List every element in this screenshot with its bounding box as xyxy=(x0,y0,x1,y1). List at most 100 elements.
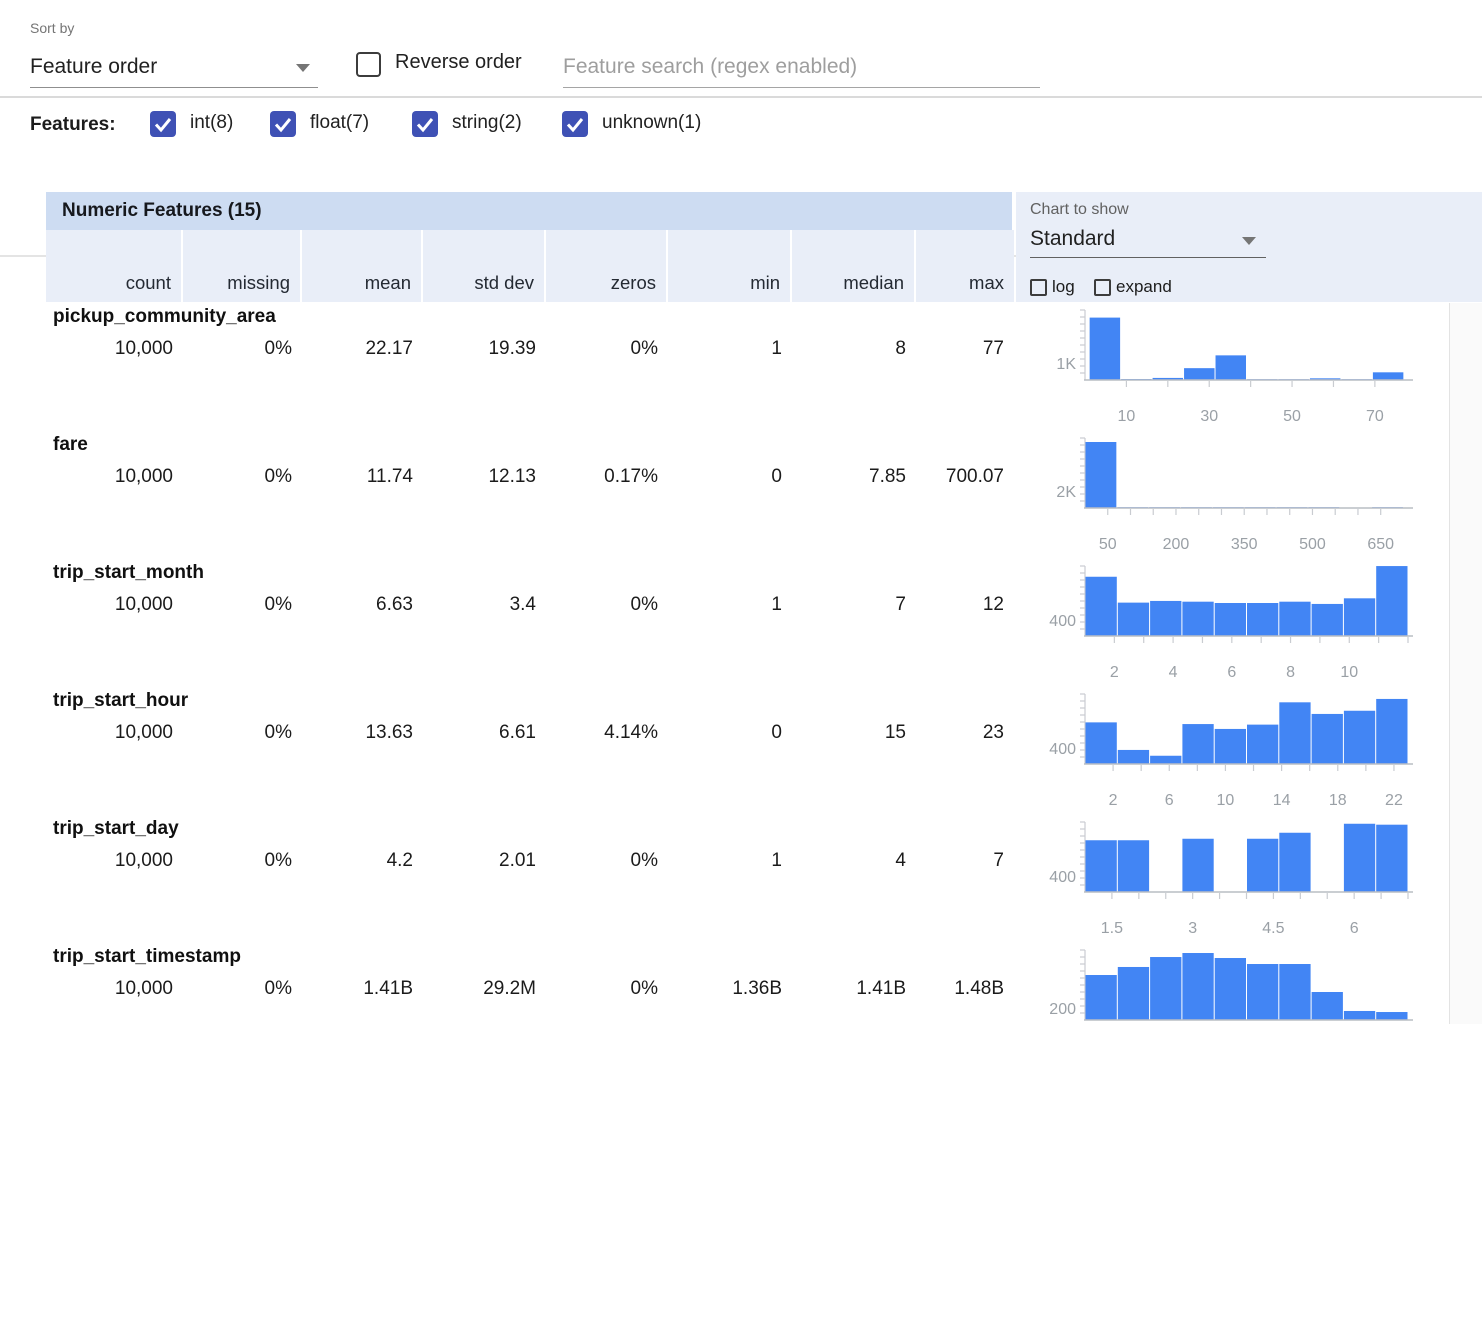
svg-text:200: 200 xyxy=(1049,1001,1076,1018)
checked-checkbox-icon[interactable] xyxy=(150,111,176,137)
expand-label: expand xyxy=(1116,277,1172,297)
svg-text:6: 6 xyxy=(1227,664,1236,681)
column-header-max: max xyxy=(916,230,1014,302)
stat-value: 15 xyxy=(792,719,916,747)
column-header-label: zeros xyxy=(611,272,656,294)
scrollbar-track[interactable] xyxy=(1449,303,1482,1024)
svg-text:50: 50 xyxy=(1283,408,1301,425)
column-header-label: missing xyxy=(227,272,290,294)
svg-text:14: 14 xyxy=(1273,792,1291,809)
feature-histogram: 200 xyxy=(1014,943,1450,1024)
feature-name: trip_start_month xyxy=(53,562,204,584)
stat-value: 0% xyxy=(183,719,302,747)
log-label: log xyxy=(1052,277,1075,297)
stat-value: 23 xyxy=(916,719,1014,747)
svg-text:6: 6 xyxy=(1350,920,1359,937)
column-header-min: min xyxy=(668,230,792,302)
stat-value: 7 xyxy=(916,847,1014,875)
column-header-label: mean xyxy=(365,272,411,294)
svg-text:18: 18 xyxy=(1329,792,1347,809)
stat-value: 0% xyxy=(546,335,668,363)
reverse-order-checkbox[interactable] xyxy=(356,52,381,77)
numeric-features-header: Numeric Features (15) xyxy=(46,192,1014,230)
svg-text:400: 400 xyxy=(1049,869,1076,886)
svg-text:10: 10 xyxy=(1118,408,1136,425)
stat-value: 0% xyxy=(546,591,668,619)
checked-checkbox-icon[interactable] xyxy=(562,111,588,137)
stat-value: 1.41B xyxy=(792,975,916,1003)
svg-text:8: 8 xyxy=(1286,664,1295,681)
feature-histogram: 2610141822400 xyxy=(1014,687,1450,815)
column-header-std-dev: std dev xyxy=(423,230,546,302)
feature-row: trip_start_timestamp10,0000%1.41B29.2M0%… xyxy=(0,943,1450,1024)
feature-stats: 10,0000%11.7412.130.17%07.85700.07 xyxy=(46,463,1014,491)
feature-row: fare10,0000%11.7412.130.17%07.85700.0750… xyxy=(0,431,1450,559)
chart-type-select[interactable]: Standard xyxy=(1030,224,1266,258)
feature-row: pickup_community_area10,0000%22.1719.390… xyxy=(0,303,1450,431)
feature-histogram: 103050701K xyxy=(1014,303,1450,431)
column-header-label: median xyxy=(843,272,904,294)
feature-histogram: 246810400 xyxy=(1014,559,1450,687)
stat-value: 0% xyxy=(546,975,668,1003)
column-header-zeros: zeros xyxy=(546,230,668,302)
stat-value: 19.39 xyxy=(423,335,546,363)
stat-value: 6.61 xyxy=(423,719,546,747)
reverse-order-label: Reverse order xyxy=(395,51,522,74)
feature-rows: pickup_community_area10,0000%22.1719.390… xyxy=(0,303,1450,1024)
feature-row: trip_start_month10,0000%6.633.40%1712246… xyxy=(0,559,1450,687)
stat-value: 6.63 xyxy=(302,591,423,619)
column-header-mean: mean xyxy=(302,230,423,302)
feature-stats: 10,0000%22.1719.390%1877 xyxy=(46,335,1014,363)
features-filter-bar: Features: int(8) float(7) string(2) unkn… xyxy=(0,98,1482,157)
feature-name: trip_start_timestamp xyxy=(53,946,241,968)
stat-value: 1 xyxy=(668,335,792,363)
expand-checkbox[interactable] xyxy=(1094,279,1111,296)
feature-type-label: string(2) xyxy=(452,112,522,134)
stat-value: 0% xyxy=(183,335,302,363)
chart-controls-panel: Chart to show Standard log expand xyxy=(1016,192,1482,302)
stat-value: 700.07 xyxy=(916,463,1014,491)
chart-to-show-label: Chart to show xyxy=(1030,201,1129,219)
stat-value: 29.2M xyxy=(423,975,546,1003)
checked-checkbox-icon[interactable] xyxy=(412,111,438,137)
svg-text:400: 400 xyxy=(1049,613,1076,630)
log-checkbox[interactable] xyxy=(1030,279,1047,296)
feature-row: trip_start_hour 10,0000%13.636.614.14%015… xyxy=(0,687,1450,815)
sort-by-value: Feature order xyxy=(30,48,318,86)
feature-name: fare xyxy=(53,434,88,456)
stat-value: 8 xyxy=(792,335,916,363)
svg-text:3: 3 xyxy=(1188,920,1197,937)
stat-value: 1.41B xyxy=(302,975,423,1003)
svg-text:500: 500 xyxy=(1299,536,1326,553)
svg-text:200: 200 xyxy=(1163,536,1190,553)
svg-text:1.5: 1.5 xyxy=(1101,920,1123,937)
chevron-down-icon xyxy=(296,64,310,72)
sort-by-select[interactable]: Feature order xyxy=(30,48,318,88)
feature-stats: 10,0000%1.41B29.2M0%1.36B1.41B1.48B xyxy=(46,975,1014,1003)
stat-value: 13.63 xyxy=(302,719,423,747)
stat-value: 1 xyxy=(668,591,792,619)
stat-value: 3.4 xyxy=(423,591,546,619)
column-header-missing: missing xyxy=(183,230,302,302)
svg-text:4.5: 4.5 xyxy=(1262,920,1284,937)
svg-text:350: 350 xyxy=(1231,536,1258,553)
feature-stats: 10,0000%13.636.614.14%01523 xyxy=(46,719,1014,747)
svg-text:2: 2 xyxy=(1109,792,1118,809)
stat-value: 10,000 xyxy=(46,975,183,1003)
stat-value: 0 xyxy=(668,463,792,491)
stat-value: 1.36B xyxy=(668,975,792,1003)
stat-value: 22.17 xyxy=(302,335,423,363)
feature-search-input[interactable] xyxy=(563,46,1040,88)
sort-by-label: Sort by xyxy=(30,20,74,36)
column-header-count: count xyxy=(46,230,183,302)
stat-value: 7 xyxy=(792,591,916,619)
svg-text:50: 50 xyxy=(1099,536,1117,553)
stats-column-headers: count missing mean std dev zeros min median max xyxy=(46,230,1014,302)
stat-value: 12.13 xyxy=(423,463,546,491)
feature-name: trip_start_hour xyxy=(53,690,188,712)
checked-checkbox-icon[interactable] xyxy=(270,111,296,137)
column-header-label: max xyxy=(969,272,1004,294)
stat-value: 0% xyxy=(546,847,668,875)
feature-type-label: int(8) xyxy=(190,112,233,134)
feature-row: trip_start_day10,0000%4.22.010%1471.534.… xyxy=(0,815,1450,943)
